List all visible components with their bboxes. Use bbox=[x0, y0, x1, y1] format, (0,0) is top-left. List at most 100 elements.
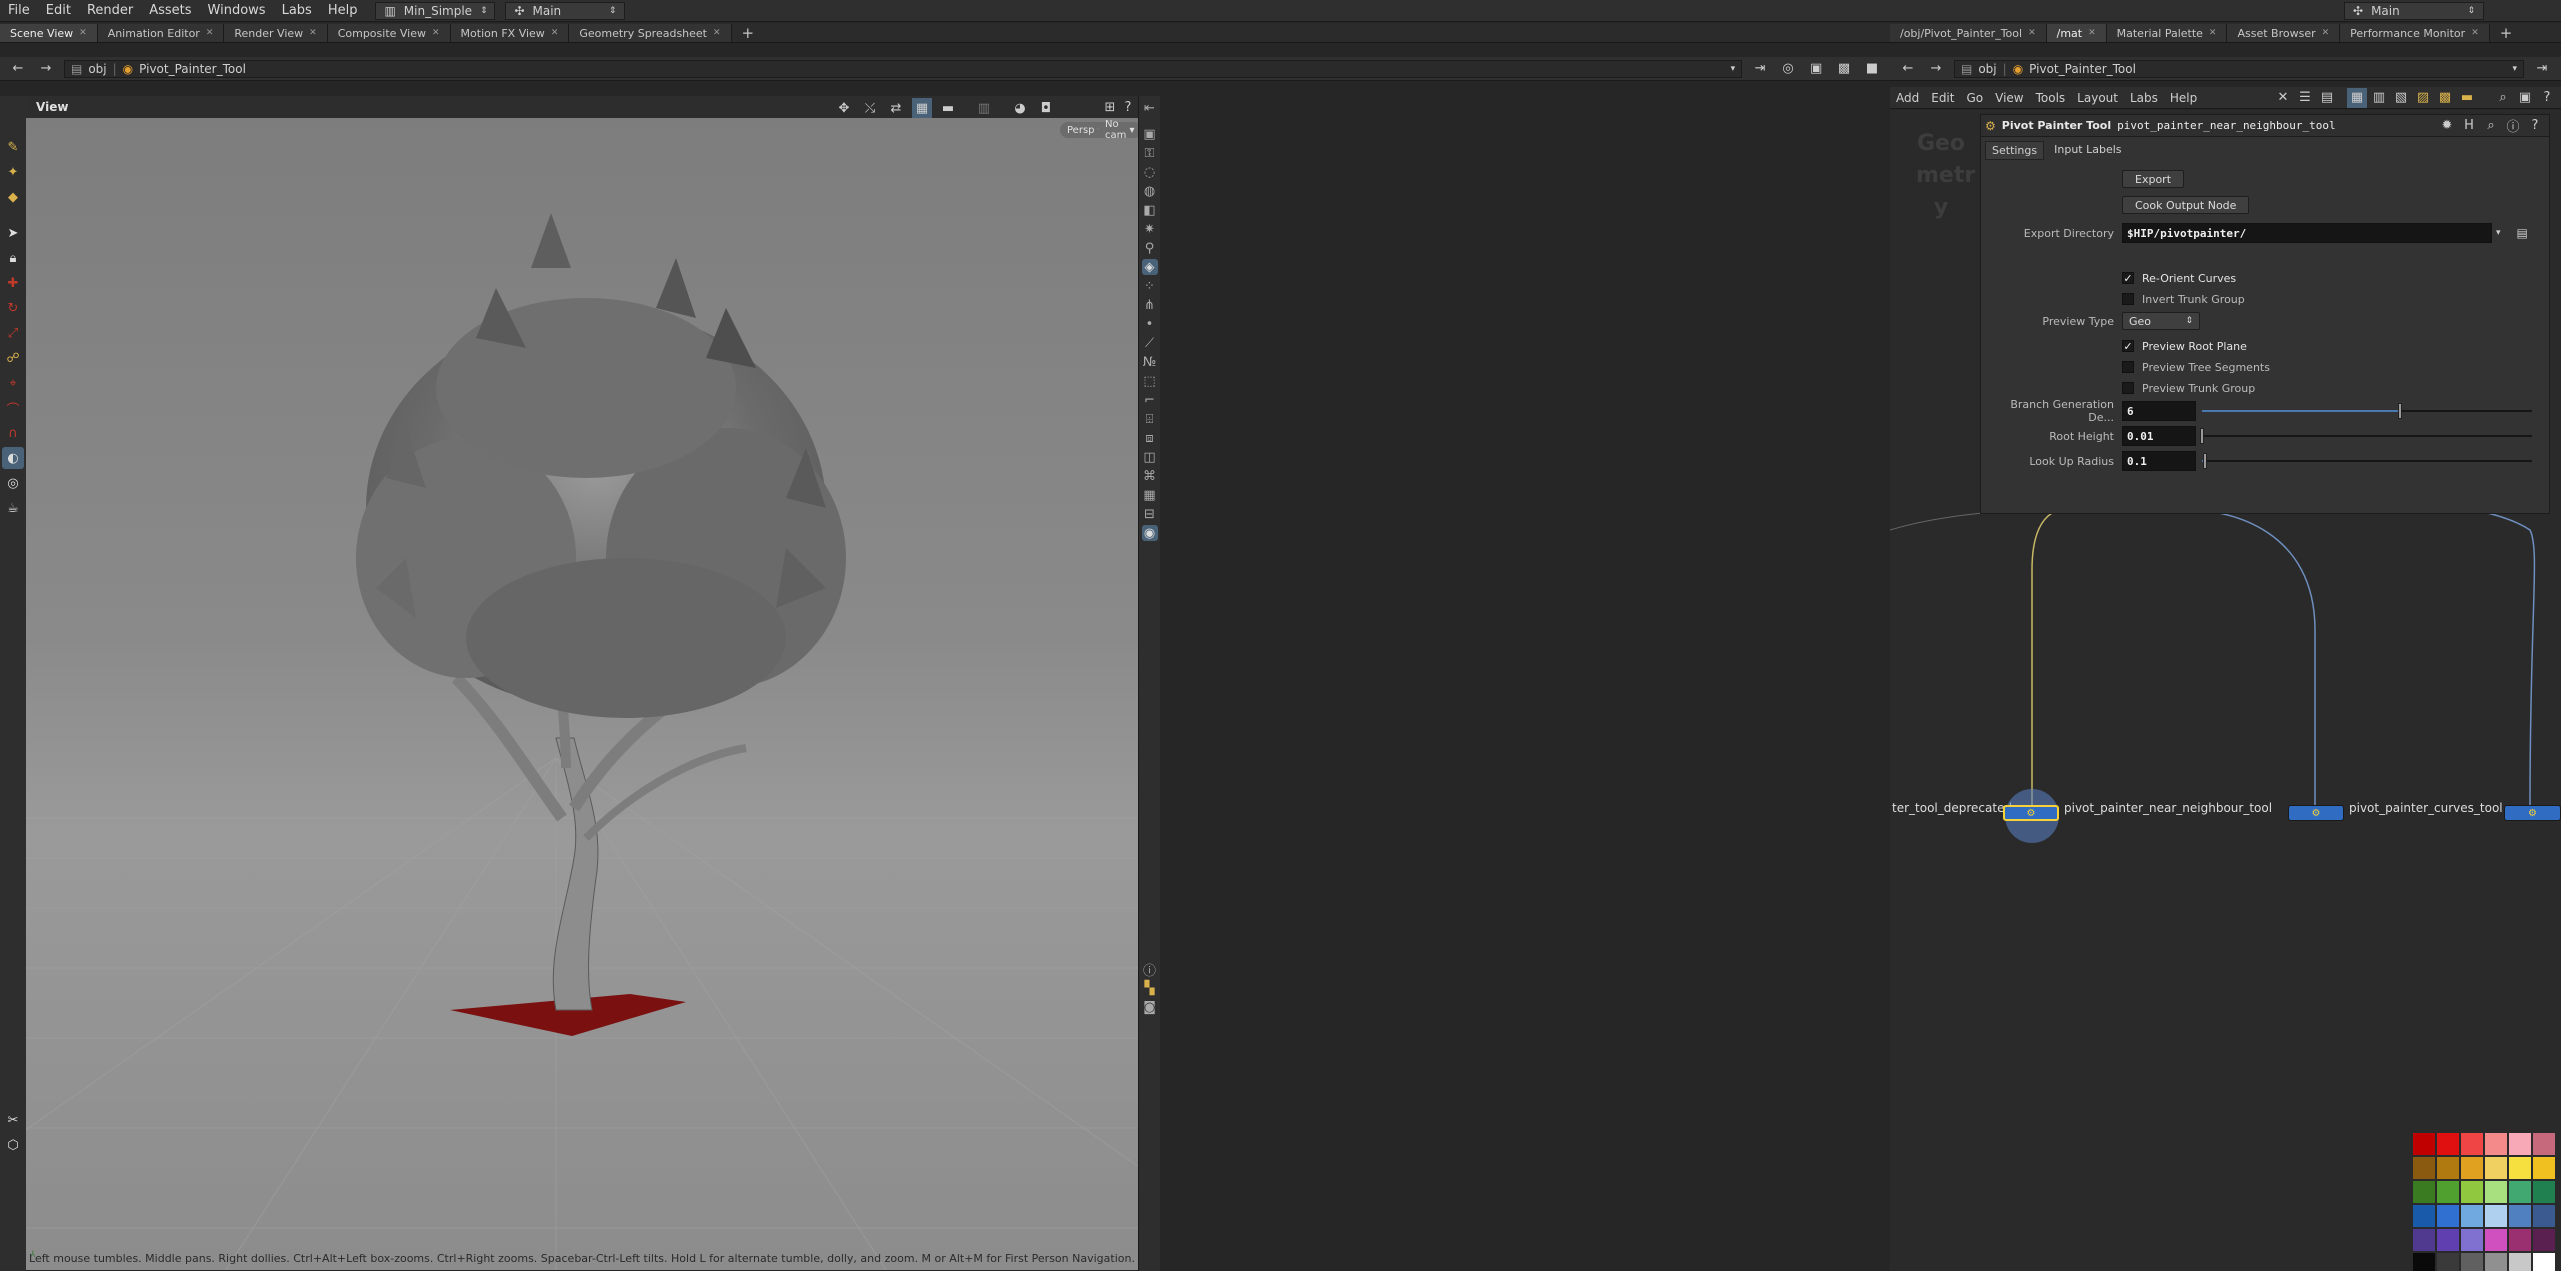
close-icon[interactable]: ✕ bbox=[79, 28, 87, 38]
orbit-icon[interactable]: ◎ bbox=[2, 472, 24, 494]
add-tab-icon[interactable]: + bbox=[732, 24, 765, 42]
thumbs-icon[interactable]: ▧ bbox=[2391, 88, 2411, 108]
color-swatch[interactable] bbox=[2413, 1157, 2435, 1179]
color-swatch[interactable] bbox=[2533, 1133, 2555, 1155]
scale-icon[interactable]: ⤢ bbox=[2, 322, 24, 344]
tab-material-palette[interactable]: Material Palette ✕ bbox=[2106, 24, 2228, 42]
numbers-icon[interactable]: № bbox=[1142, 354, 1158, 370]
tab-mat[interactable]: /mat ✕ bbox=[2046, 24, 2107, 42]
tab-input-labels[interactable]: Input Labels bbox=[2048, 141, 2127, 160]
back-arrow-icon[interactable]: ← bbox=[1898, 59, 1918, 79]
slider-handle[interactable] bbox=[2398, 403, 2402, 419]
select-arrow-icon[interactable]: ➤ bbox=[2, 222, 24, 244]
wrench-icon[interactable]: ✕ bbox=[2273, 88, 2293, 108]
path-field[interactable]: ▤ obj | ◉ Pivot_Painter_Tool ▾ bbox=[63, 59, 1743, 78]
tiles-icon[interactable]: ▚ bbox=[1142, 980, 1158, 996]
uv-icon[interactable]: ⬚ bbox=[1142, 373, 1158, 389]
menu-layout[interactable]: Layout bbox=[2071, 91, 2124, 105]
sculpt-icon[interactable]: ◆ bbox=[2, 186, 24, 208]
network-icon[interactable]: ▩ bbox=[2435, 88, 2455, 108]
branch-gen-slider[interactable] bbox=[2202, 403, 2532, 419]
template-icon[interactable]: ◧ bbox=[1142, 202, 1158, 218]
background-icon[interactable]: ▬ bbox=[938, 98, 958, 118]
close-icon[interactable]: ✕ bbox=[309, 28, 317, 38]
slider-handle[interactable] bbox=[2203, 453, 2208, 469]
pin-icon[interactable]: ⇤ bbox=[1142, 100, 1158, 116]
list-view-icon[interactable]: ▥ bbox=[2369, 88, 2389, 108]
grid-icon[interactable]: ▦ bbox=[1142, 487, 1158, 503]
color-swatch[interactable] bbox=[2413, 1253, 2435, 1271]
color-swatch[interactable] bbox=[2485, 1157, 2507, 1179]
snapshot-icon[interactable]: ◙ bbox=[1142, 999, 1158, 1015]
color-swatch[interactable] bbox=[2413, 1181, 2435, 1203]
pin-icon[interactable]: ⇥ bbox=[1750, 59, 1770, 79]
menu-edit[interactable]: Edit bbox=[1925, 91, 1960, 105]
desktop-selector[interactable]: ▥ Min_Simple ⇕ bbox=[375, 1, 496, 20]
list-icon[interactable]: ☰ bbox=[2295, 88, 2315, 108]
gear-icon[interactable]: ✹ bbox=[2437, 116, 2457, 136]
menu-windows[interactable]: Windows bbox=[200, 3, 274, 18]
measure-icon[interactable]: ⌒ bbox=[2, 397, 24, 419]
help-icon[interactable]: ? bbox=[2525, 116, 2545, 136]
camera-menu[interactable]: No cam ▾ bbox=[1098, 119, 1138, 141]
ghost-icon[interactable]: ◌ bbox=[1142, 164, 1158, 180]
tab-asset-browser[interactable]: Asset Browser ✕ bbox=[2227, 24, 2341, 42]
menu-help[interactable]: Help bbox=[2164, 91, 2203, 105]
export-directory-field[interactable]: $HIP/pivotpainter/ bbox=[2122, 223, 2492, 243]
rotate-icon[interactable]: ↻ bbox=[2, 297, 24, 319]
help-icon[interactable]: ? bbox=[1118, 97, 1138, 117]
tab-motion-fx-view[interactable]: Motion FX View ✕ bbox=[450, 24, 570, 42]
edge-icon[interactable]: ⟋ bbox=[1142, 335, 1158, 351]
render-icon[interactable]: ◉ bbox=[1141, 525, 1158, 541]
color-swatch[interactable] bbox=[2461, 1133, 2483, 1155]
color-swatch[interactable] bbox=[2413, 1229, 2435, 1251]
tab-performance-monitor[interactable]: Performance Monitor ✕ bbox=[2340, 24, 2490, 42]
close-icon[interactable]: ✕ bbox=[713, 28, 721, 38]
close-icon[interactable]: ✕ bbox=[2209, 28, 2217, 38]
right-context-selector[interactable]: ✣ Main ⇕ bbox=[2344, 1, 2484, 20]
split-view-icon[interactable]: ⊞ bbox=[1100, 97, 1120, 117]
node-third-tool[interactable]: ⚙ bbox=[2504, 805, 2561, 821]
maximize-icon[interactable]: ■ bbox=[1862, 59, 1882, 79]
edit-brush-icon[interactable]: ✎ bbox=[2, 136, 24, 158]
preview-tree-checkbox[interactable] bbox=[2122, 361, 2134, 373]
color-swatch[interactable] bbox=[2533, 1157, 2555, 1179]
help-icon[interactable]: ? bbox=[2537, 88, 2557, 108]
points-icon[interactable]: ⁘ bbox=[1142, 278, 1158, 294]
chevron-down-icon[interactable]: ▾ bbox=[1731, 64, 1736, 74]
menu-go[interactable]: Go bbox=[1960, 91, 1989, 105]
vertex-icon[interactable]: • bbox=[1142, 316, 1158, 332]
search-icon[interactable]: ⌕ bbox=[2493, 88, 2513, 108]
slider-handle[interactable] bbox=[2200, 428, 2204, 444]
back-arrow-icon[interactable]: ← bbox=[8, 59, 28, 79]
pose-icon[interactable]: ☍ bbox=[2, 347, 24, 369]
handle-icon[interactable]: ⌖ bbox=[2, 372, 24, 394]
close-icon[interactable]: ✕ bbox=[2028, 28, 2036, 38]
camera-icon[interactable]: ▣ bbox=[1806, 59, 1826, 79]
tab-scene-view[interactable]: Scene View ✕ bbox=[0, 24, 98, 42]
branch-gen-field[interactable]: 6 bbox=[2122, 401, 2196, 421]
node-name-field[interactable]: pivot_painter_near_neighbour_tool bbox=[2117, 119, 2336, 132]
lock-icon[interactable]: ⚿ bbox=[1142, 145, 1158, 161]
color-swatch[interactable] bbox=[2437, 1157, 2459, 1179]
invert-trunk-checkbox[interactable] bbox=[2122, 293, 2134, 305]
shading-icon[interactable]: ◍ bbox=[1142, 183, 1158, 199]
menu-file[interactable]: File bbox=[0, 3, 38, 18]
bbox-icon[interactable]: ⧈ bbox=[1142, 430, 1158, 446]
color-swatch[interactable] bbox=[2413, 1205, 2435, 1227]
cook-output-node-button[interactable]: Cook Output Node bbox=[2122, 196, 2250, 214]
lock-icon[interactable]: 🔒︎ bbox=[2, 247, 24, 269]
menu-tools[interactable]: Tools bbox=[2030, 91, 2072, 105]
image-icon[interactable]: ▣ bbox=[2515, 88, 2535, 108]
node-curves-tool[interactable]: ⚙ bbox=[2288, 805, 2344, 821]
export-button[interactable]: Export bbox=[2122, 170, 2185, 188]
paint-icon[interactable]: ✦ bbox=[2, 161, 24, 183]
color-swatch[interactable] bbox=[2509, 1205, 2531, 1227]
move-icon[interactable]: ✚ bbox=[2, 272, 24, 294]
ortho-icon[interactable]: ⌹ bbox=[1142, 411, 1158, 427]
lookup-radius-slider[interactable] bbox=[2202, 453, 2532, 469]
color-swatch[interactable] bbox=[2509, 1253, 2531, 1271]
tab-geometry-spreadsheet[interactable]: Geometry Spreadsheet ✕ bbox=[569, 24, 732, 42]
color-swatch[interactable] bbox=[2485, 1253, 2507, 1271]
preview-root-checkbox[interactable]: ✓ bbox=[2122, 340, 2134, 353]
